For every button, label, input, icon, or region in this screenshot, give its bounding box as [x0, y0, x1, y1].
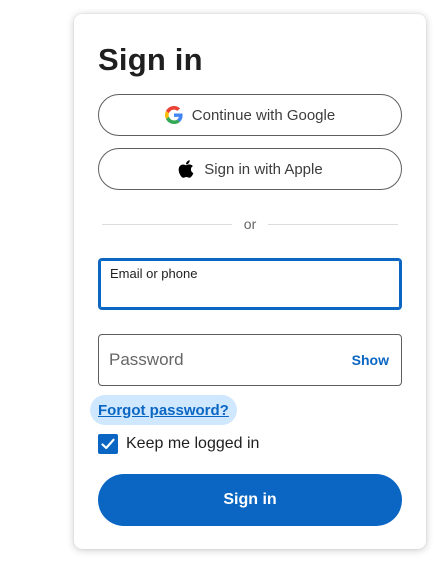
show-password-button[interactable]: Show	[352, 352, 389, 368]
page-title: Sign in	[98, 42, 203, 77]
divider-line-right	[268, 223, 399, 225]
keep-logged-in-label: Keep me logged in	[126, 435, 260, 452]
divider-line-left	[102, 223, 232, 225]
apple-icon	[177, 159, 195, 179]
google-icon	[164, 106, 183, 124]
or-divider: or	[102, 214, 399, 234]
keep-logged-in-checkbox[interactable]	[98, 434, 118, 454]
password-field-container[interactable]: Show	[98, 334, 402, 386]
google-button-label: Continue with Google	[191, 106, 336, 124]
email-field-label: Email or phone	[110, 266, 198, 281]
divider-text: or	[243, 216, 257, 232]
continue-with-google-button[interactable]: Continue with Google	[98, 94, 402, 136]
checkmark-icon	[101, 438, 115, 450]
forgot-password-link[interactable]: Forgot password?	[90, 395, 237, 425]
sign-in-card: Sign in Continue with Google Sign in wit…	[74, 14, 426, 549]
password-field[interactable]	[109, 349, 339, 371]
apple-button-label: Sign in with Apple	[204, 160, 323, 178]
sign-in-button[interactable]: Sign in	[98, 474, 402, 526]
email-field-container[interactable]: Email or phone	[98, 258, 402, 310]
keep-logged-in-row: Keep me logged in	[98, 434, 259, 454]
sign-in-with-apple-button[interactable]: Sign in with Apple	[98, 148, 402, 190]
email-field[interactable]	[110, 284, 390, 304]
